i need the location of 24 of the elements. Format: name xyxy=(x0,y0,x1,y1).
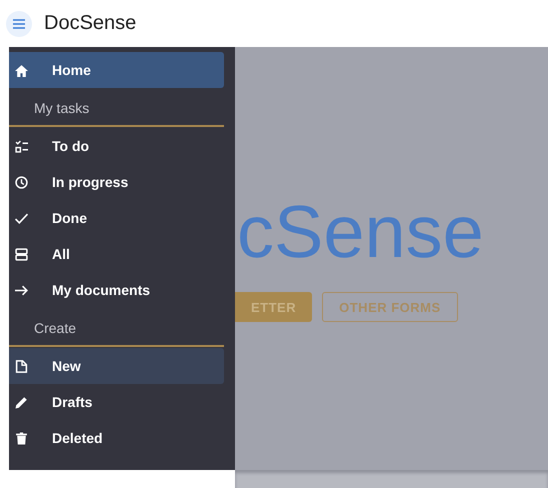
hero-title: cSense xyxy=(237,190,484,274)
nav-item[interactable]: Home xyxy=(9,52,224,88)
section-heading: Create xyxy=(33,320,76,336)
pencil-icon xyxy=(15,396,28,408)
section-heading: My tasks xyxy=(33,100,90,116)
menu-button[interactable] xyxy=(6,10,32,36)
app-title: DocSense xyxy=(44,12,136,35)
checklist-icon xyxy=(15,140,28,152)
nav-item[interactable]: Deleted xyxy=(9,420,224,456)
file-icon xyxy=(15,360,28,372)
checkmark-icon xyxy=(15,212,28,224)
nav-item[interactable]: My documents xyxy=(9,272,224,308)
nav-item[interactable]: New xyxy=(9,348,224,384)
arrow-icon xyxy=(15,284,28,296)
nav-item[interactable]: Drafts xyxy=(9,384,224,420)
stack-icon xyxy=(15,248,28,260)
nav-item[interactable]: All xyxy=(9,236,224,272)
trash-icon xyxy=(15,432,28,444)
home-icon xyxy=(15,64,28,76)
nav-item[interactable]: Done xyxy=(9,200,224,236)
menu-icon xyxy=(13,18,25,28)
nav-item[interactable]: In progress xyxy=(9,164,224,200)
clock-icon xyxy=(15,176,28,188)
nav-item[interactable]: To do xyxy=(9,128,224,164)
